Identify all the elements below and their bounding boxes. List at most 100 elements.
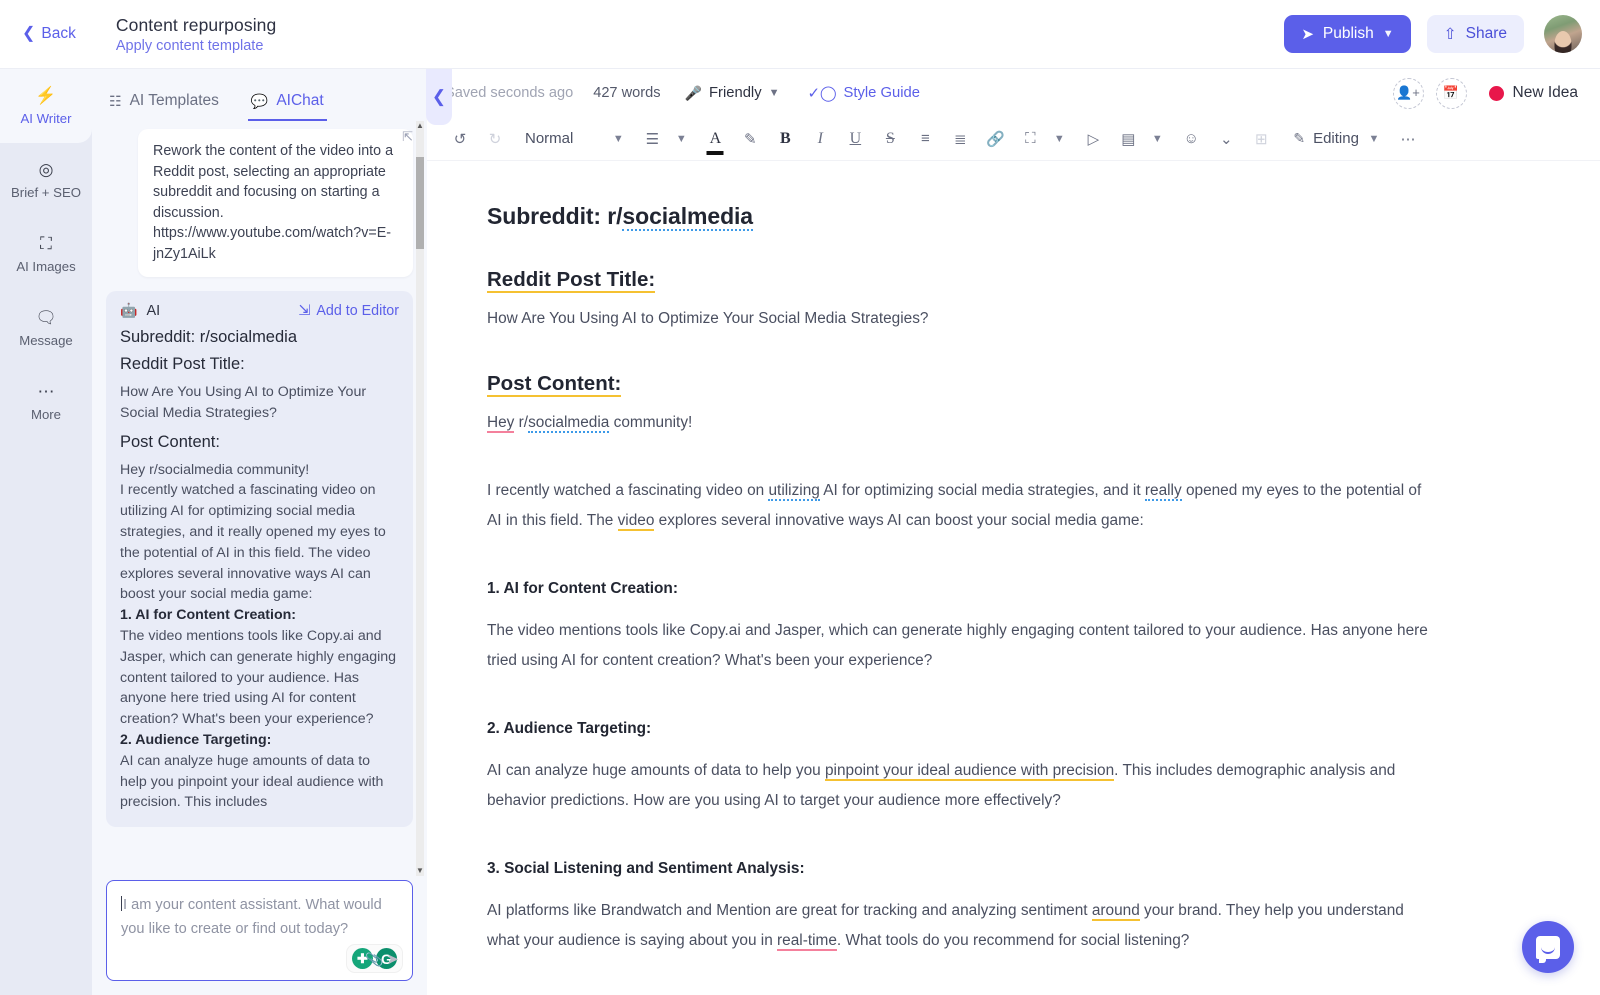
numbered-list-icon[interactable]: ≣	[945, 124, 975, 154]
editing-mode-label: Editing	[1313, 130, 1359, 147]
add-to-editor-icon: ⇲	[298, 302, 311, 319]
lightning-icon: ⚡	[35, 85, 57, 105]
tab-aichat[interactable]: 💬 AIChat	[247, 92, 327, 121]
paragraph-style-select[interactable]: Normal	[515, 124, 583, 154]
ellipsis-icon: ⋯	[37, 381, 55, 401]
rail-spacer	[0, 439, 92, 995]
more-options-icon[interactable]: ⋯	[1393, 124, 1423, 154]
send-icon: ➤	[1301, 26, 1314, 43]
bullet-list-icon[interactable]: ≡	[910, 124, 940, 154]
redo-icon[interactable]: ↻	[480, 124, 510, 154]
avatar[interactable]	[1544, 15, 1582, 53]
grammarly-widget[interactable]: ✚ G 📎 ➤	[347, 945, 402, 972]
editor-toolbar: ↺ ↻ Normal ▼ ☰ ▼ A ✎ B I U S ≡ ≣ 🔗 ⛶ ▼ ▷	[427, 117, 1600, 161]
greeting-tail: community!	[609, 414, 693, 431]
document-heading-post-content: Post Content:	[487, 372, 1435, 397]
chat-message-list[interactable]: Rework the content of the video into a R…	[92, 121, 427, 876]
link-icon[interactable]: 🔗	[980, 124, 1010, 154]
back-label: Back	[41, 25, 76, 42]
tab-ai-templates[interactable]: ☷ AI Templates	[106, 92, 222, 121]
style-guide-button[interactable]: ✓◯ Style Guide	[808, 85, 920, 102]
publish-button[interactable]: ➤ Publish ▼	[1284, 15, 1411, 53]
calendar-clock-icon: 📅	[1442, 85, 1460, 100]
chat-scrollbar-thumb[interactable]	[416, 157, 424, 249]
intro-part-1: I recently watched a fascinating video o…	[487, 482, 769, 499]
document-section-2-body: AI can analyze huge amounts of data to h…	[487, 756, 1435, 816]
sidebar-item-message[interactable]: 🗨 Message	[0, 291, 92, 365]
scroll-up-arrow-icon[interactable]: ▲	[416, 121, 424, 131]
intro-video: video	[617, 512, 655, 531]
chat-input-placeholder: I am your content assistant. What would …	[121, 893, 398, 941]
target-icon: ◎	[38, 159, 54, 179]
chevron-down-icon: ▼	[768, 87, 780, 99]
image-icon[interactable]: ⛶	[1015, 124, 1045, 154]
s3-part-a: AI platforms like Brandwatch and Mention…	[487, 902, 1092, 919]
chat-tab-bar: ☷ AI Templates 💬 AIChat	[92, 69, 427, 121]
editing-mode-chevron-down-icon[interactable]: ▼	[1365, 124, 1383, 154]
greeting-subreddit: socialmedia	[528, 414, 610, 433]
status-dot-icon	[1488, 85, 1504, 101]
invite-collaborator-button[interactable]: 👤+	[1392, 77, 1424, 109]
underline-icon[interactable]: U	[840, 124, 870, 154]
sidebar-item-label: AI Writer	[20, 110, 72, 126]
expand-icon[interactable]: ⇱	[402, 129, 413, 145]
intro-utilizing: utilizing	[768, 482, 820, 501]
chat-scrollbar[interactable]: ▲ ▼	[416, 121, 424, 876]
back-button[interactable]: ❮ Back	[14, 19, 84, 49]
upload-icon: ⇧	[1443, 25, 1457, 43]
tab-label: AIChat	[276, 92, 324, 109]
s3-around: around	[1091, 902, 1140, 921]
highlight-icon[interactable]: ✎	[735, 124, 765, 154]
document-canvas[interactable]: Subreddit: r/socialmedia Reddit Post Tit…	[427, 161, 1600, 995]
chat-input[interactable]: I am your content assistant. What would …	[106, 880, 413, 981]
apply-content-template-link[interactable]: Apply content template	[116, 38, 276, 54]
sidebar-item-ai-writer[interactable]: ⚡ AI Writer	[0, 69, 92, 143]
undo-icon[interactable]: ↺	[445, 124, 475, 154]
s3-realtime: real-time	[777, 932, 837, 951]
image-chevron-down-icon[interactable]: ▼	[1050, 124, 1068, 154]
add-to-editor-label: Add to Editor	[316, 302, 399, 319]
text-color-icon[interactable]: A	[700, 124, 730, 154]
scroll-down-arrow-icon[interactable]: ▼	[416, 866, 424, 876]
status-badge[interactable]: New Idea	[1488, 84, 1578, 102]
editing-mode-selector[interactable]: ✎ Editing	[1287, 124, 1365, 154]
sidebar-item-label: AI Images	[16, 258, 76, 274]
sidebar-item-brief-seo[interactable]: ◎ Brief + SEO	[0, 143, 92, 217]
align-icon[interactable]: ☰	[637, 124, 667, 154]
bold-icon[interactable]: B	[770, 124, 800, 154]
share-button[interactable]: ⇧ Share	[1426, 15, 1524, 53]
collapse-panel-button[interactable]: ❮	[426, 69, 452, 125]
italic-icon[interactable]: I	[805, 124, 835, 154]
resize-handle-icon[interactable]: ➤	[386, 950, 399, 968]
ai-label: AI	[146, 302, 161, 319]
document-section-1-heading: 1. AI for Content Creation:	[487, 580, 678, 597]
table-chevron-down-icon[interactable]: ▼	[1148, 124, 1166, 154]
document-intro-paragraph: I recently watched a fascinating video o…	[487, 476, 1435, 536]
check-circle-icon: ✓◯	[807, 85, 837, 102]
clear-format-icon[interactable]: ⌄	[1211, 124, 1241, 154]
paragraph-style-chevron-down-icon[interactable]: ▼	[609, 124, 627, 154]
tone-selector[interactable]: 🎤 Friendly ▼	[685, 85, 780, 102]
comment-icon[interactable]: ⊞	[1246, 124, 1276, 154]
align-chevron-down-icon[interactable]: ▼	[672, 124, 690, 154]
strikethrough-icon[interactable]: S	[875, 124, 905, 154]
emoji-icon[interactable]: ☺	[1176, 124, 1206, 154]
ai-item2-body: AI can analyze huge amounts of data to h…	[120, 752, 384, 811]
document-body: Subreddit: r/socialmedia Reddit Post Tit…	[487, 203, 1435, 995]
chat-placeholder-text: I am your content assistant. What would …	[121, 897, 382, 937]
intro-part-4: explores several innovative ways AI can …	[654, 512, 1144, 529]
schedule-button[interactable]: 📅	[1435, 77, 1467, 109]
media-play-icon[interactable]: ▷	[1078, 124, 1108, 154]
ai-intro-paragraph: I recently watched a fascinating video o…	[120, 482, 386, 603]
left-rail: ⚡ AI Writer ◎ Brief + SEO ⛶ AI Images 🗨 …	[0, 69, 92, 995]
sidebar-item-more[interactable]: ⋯ More	[0, 365, 92, 439]
sidebar-item-ai-images[interactable]: ⛶ AI Images	[0, 217, 92, 291]
greeting-slash: r/	[514, 414, 529, 431]
chat-input-area: I am your content assistant. What would …	[92, 876, 427, 995]
paperclip-icon[interactable]: 📎	[364, 950, 384, 970]
templates-icon: ☷	[109, 92, 122, 109]
support-chat-button[interactable]	[1522, 921, 1574, 973]
publish-label: Publish	[1322, 25, 1374, 42]
table-icon[interactable]: ▤	[1113, 124, 1143, 154]
add-to-editor-button[interactable]: ⇲ Add to Editor	[298, 303, 399, 319]
